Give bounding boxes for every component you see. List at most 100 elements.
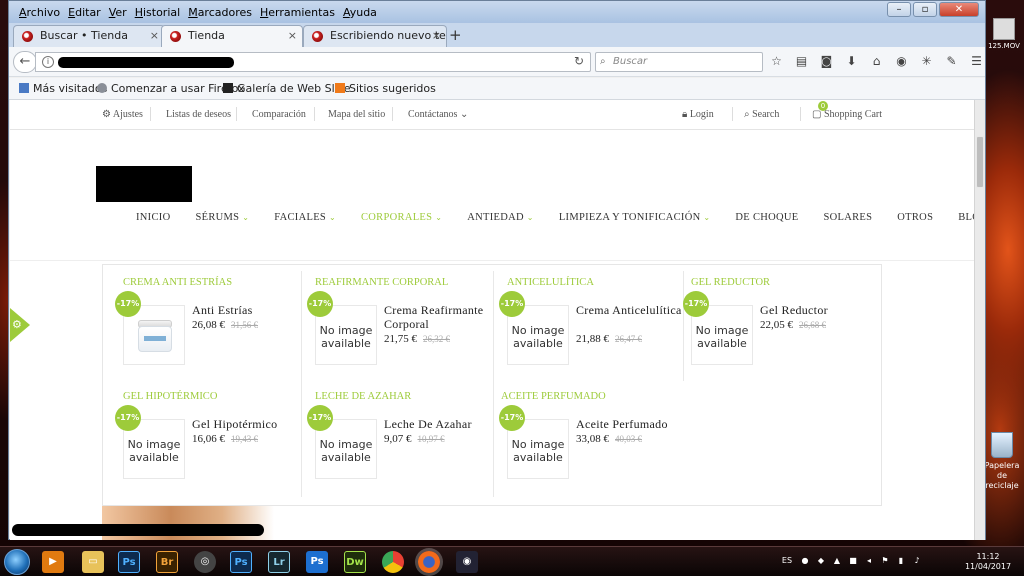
compare-link[interactable]: Comparación (252, 109, 306, 120)
reader-list-icon[interactable]: ▤ (794, 54, 809, 69)
firefox-icon[interactable] (418, 551, 440, 573)
nav-solares[interactable]: SOLARES (824, 212, 873, 223)
category-link[interactable]: GEL HIPOTÉRMICO (123, 391, 217, 402)
nav-inicio[interactable]: INICIO (136, 212, 170, 223)
page-scrollbar[interactable] (974, 100, 985, 540)
product-name[interactable]: Anti Estrías (192, 303, 302, 317)
category-link[interactable]: CREMA ANTI ESTRÍAS (123, 277, 232, 288)
redacted-site-logo[interactable] (96, 166, 192, 202)
theme-settings-tab[interactable]: ⚙ (10, 308, 30, 342)
network-icon[interactable]: ▮ (896, 556, 906, 566)
action-center-icon[interactable]: ⚑ (880, 556, 890, 566)
media-app-icon[interactable]: ◉ (456, 551, 478, 573)
menu-editar[interactable]: Editar (64, 6, 105, 19)
tab-buscar[interactable]: Buscar • Tienda × (13, 25, 165, 47)
menu-historial[interactable]: Historial (131, 6, 185, 19)
menu-ayuda[interactable]: Ayuda (339, 6, 381, 19)
language-indicator[interactable]: ES (780, 556, 794, 566)
tab-escribiendo[interactable]: Escribiendo nuevo te... × (303, 25, 447, 47)
volume-icon[interactable]: ♪ (912, 556, 922, 566)
pocket-icon[interactable]: ◙ (819, 54, 834, 69)
product-card[interactable]: No image available -17% Crema Anticelulí… (499, 291, 681, 371)
login-link[interactable]: 🔒︎ Login (682, 109, 714, 120)
reload-icon[interactable]: ↻ (574, 54, 584, 68)
eyedropper-icon[interactable]: ✎ (944, 54, 959, 69)
close-tab-icon[interactable]: × (432, 26, 441, 46)
tab-tienda[interactable]: Tienda × (161, 25, 303, 47)
product-name[interactable]: Crema Reafirmante Corporal (384, 303, 494, 331)
search-input[interactable]: ⌕ Buscar (595, 52, 763, 72)
product-name[interactable]: Gel Hipotérmico (192, 417, 302, 431)
addon-icon[interactable]: ◉ (894, 54, 909, 69)
scrollbar-thumb[interactable] (976, 136, 984, 188)
category-link[interactable]: ANTICELULÍTICA (507, 277, 594, 288)
product-card[interactable]: -17% Anti Estrías 26,08 €31,56 € (115, 291, 295, 371)
tray-app-icon[interactable]: ▲ (832, 556, 842, 566)
menu-ver[interactable]: Ver (105, 6, 131, 19)
chrome-icon[interactable] (382, 551, 404, 573)
nav-corporales[interactable]: CORPORALES ⌄ (361, 212, 442, 223)
menu-archivo[interactable]: Archivo (15, 6, 64, 19)
nav-de-choque[interactable]: DE CHOQUE (735, 212, 798, 223)
bridge-icon[interactable]: Br (156, 551, 178, 573)
nav-serums[interactable]: SÉRUMS ⌄ (195, 212, 249, 223)
close-tab-icon[interactable]: × (150, 26, 159, 46)
category-link[interactable]: REAFIRMANTE CORPORAL (315, 277, 448, 288)
product-card[interactable]: No image available -17% Leche De Azahar … (307, 405, 487, 485)
menu-marcadores[interactable]: Marcadores (184, 6, 256, 19)
capture-tool-icon[interactable]: ◎ (194, 551, 216, 573)
nav-otros[interactable]: OTROS (897, 212, 933, 223)
nav-blog[interactable]: BLOG ⌄ (958, 212, 974, 223)
nav-limpieza[interactable]: LIMPIEZA Y TONIFICACIÓN ⌄ (559, 212, 711, 223)
site-info-icon[interactable]: i (42, 56, 54, 68)
bookmark-star-icon[interactable]: ☆ (769, 54, 784, 69)
search-link[interactable]: ⌕ Search (744, 109, 779, 120)
tray-app-icon[interactable]: ● (800, 556, 810, 566)
desktop-file[interactable]: 125.MOV (984, 18, 1024, 50)
product-name[interactable]: Leche De Azahar (384, 417, 494, 431)
product-card[interactable]: No image available -17% Crema Reafirmant… (307, 291, 487, 371)
show-hidden-icons[interactable]: ◂ (864, 556, 874, 566)
back-button[interactable]: ← (13, 51, 37, 73)
menu-herramientas[interactable]: Herramientas (256, 6, 339, 19)
start-button[interactable] (4, 549, 30, 575)
settings-link[interactable]: ⚙ Ajustes (102, 109, 143, 120)
product-card[interactable]: No image available -17% Aceite Perfumado… (499, 405, 679, 485)
file-explorer-icon[interactable]: ▭ (82, 551, 104, 573)
contact-dropdown[interactable]: Contáctanos ⌄ (408, 109, 468, 120)
new-tab-button[interactable]: + (449, 26, 462, 44)
clock[interactable]: 11:12 11/04/2017 (958, 552, 1018, 572)
nav-faciales[interactable]: FACIALES ⌄ (274, 212, 336, 223)
bookmark-most-visited[interactable]: Más visitados (19, 82, 107, 95)
product-name[interactable]: Crema Anticelulítica (576, 303, 686, 317)
photoshop-icon[interactable]: Ps (230, 551, 252, 573)
bookmark-suggested-sites[interactable]: Sitios sugeridos (335, 82, 436, 95)
extension-icon[interactable]: ✳ (919, 54, 934, 69)
sitemap-link[interactable]: Mapa del sitio (328, 109, 385, 120)
category-link[interactable]: LECHE DE AZAHAR (315, 391, 411, 402)
category-link[interactable]: ACEITE PERFUMADO (501, 391, 606, 402)
category-link[interactable]: GEL REDUCTOR (691, 277, 770, 288)
dreamweaver-icon[interactable]: Dw (344, 551, 366, 573)
maximize-button[interactable]: ▫ (913, 2, 937, 17)
nav-antiedad[interactable]: ANTIEDAD ⌄ (467, 212, 534, 223)
close-window-button[interactable]: ✕ (939, 2, 979, 17)
url-bar[interactable]: i ↻ (35, 52, 591, 72)
minimize-button[interactable]: – (887, 2, 911, 17)
lightroom-icon[interactable]: Lr (268, 551, 290, 573)
close-tab-icon[interactable]: × (288, 26, 297, 46)
product-card[interactable]: No image available -17% Gel Hipotérmico … (115, 405, 295, 485)
product-name[interactable]: Aceite Perfumado (576, 417, 686, 431)
photoshop-icon[interactable]: Ps (118, 551, 140, 573)
tray-app-icon[interactable]: ■ (848, 556, 858, 566)
photoshop-express-icon[interactable]: Ps (306, 551, 328, 573)
menu-hamburger-icon[interactable]: ☰ (969, 54, 984, 69)
wishlist-link[interactable]: Listas de deseos (166, 109, 231, 120)
bookmark-web-slice[interactable]: Galería de Web Slice (223, 82, 351, 95)
media-player-icon[interactable]: ▶ (42, 551, 64, 573)
product-name[interactable]: Gel Reductor (760, 303, 870, 317)
tray-app-icon[interactable]: ◆ (816, 556, 826, 566)
product-card[interactable]: No image available -17% Gel Reductor 22,… (683, 291, 863, 371)
home-icon[interactable]: ⌂ (869, 54, 884, 69)
recycle-bin[interactable]: Papelera de reciclaje (980, 432, 1024, 491)
